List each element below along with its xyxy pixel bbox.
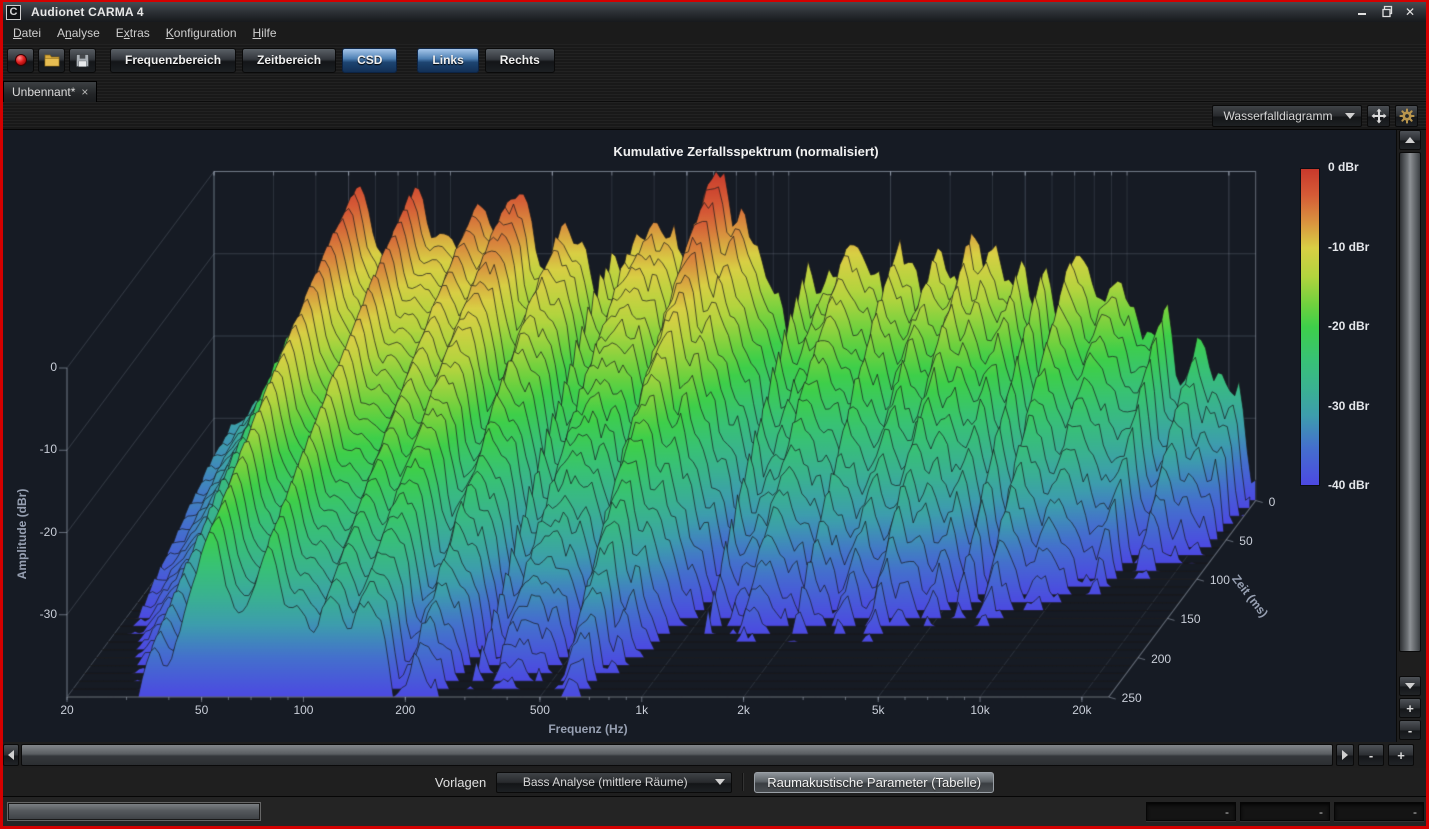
- horizontal-scrollbar-thumb[interactable]: [21, 744, 1333, 766]
- toolbar-button-zeitbereich[interactable]: Zeitbereich: [242, 48, 336, 73]
- record-border: [0, 0, 3, 829]
- menu-item-datei[interactable]: Datei: [7, 23, 51, 44]
- chevron-down-icon: [1345, 113, 1355, 119]
- chevron-down-icon: [1405, 683, 1415, 689]
- record-border: [0, 0, 1429, 2]
- horizontal-scrollbar: - +: [3, 742, 1426, 768]
- move-icon: [1371, 108, 1387, 124]
- window-title: Audionet CARMA 4: [31, 5, 144, 19]
- app-window: C Audionet CARMA 4 ✕ DateiAnalyseExtrasK…: [0, 0, 1429, 829]
- toolbar-button-rechts[interactable]: Rechts: [485, 48, 555, 73]
- templates-row: Vorlagen Bass Analyse (mittlere Räume) R…: [3, 768, 1426, 796]
- vertical-scrollbar-thumb[interactable]: [1399, 152, 1421, 652]
- diagram-type-select[interactable]: Wasserfalldiagramm: [1212, 105, 1362, 127]
- gear-icon: [1399, 108, 1415, 124]
- menu-item-hilfe[interactable]: Hilfe: [247, 23, 287, 44]
- tab-close-icon[interactable]: ×: [81, 86, 88, 98]
- template-select[interactable]: Bass Analyse (mittlere Räume): [496, 772, 732, 793]
- floppy-icon: [75, 53, 90, 68]
- diagram-type-value: Wasserfalldiagramm: [1219, 109, 1337, 123]
- minimize-icon[interactable]: [1354, 5, 1370, 19]
- waterfall-chart-canvas[interactable]: [3, 130, 1396, 742]
- toolbar: FrequenzbereichZeitbereichCSD Links Recht…: [3, 44, 1426, 76]
- scroll-left-button[interactable]: [3, 744, 19, 766]
- toolbar-button-csd[interactable]: CSD: [342, 48, 397, 73]
- save-button[interactable]: [69, 48, 96, 73]
- zoom-in-horizontal-button[interactable]: +: [1388, 744, 1414, 766]
- tab-Unbennant[interactable]: Unbennant* ×: [3, 81, 97, 102]
- templates-label: Vorlagen: [435, 775, 486, 790]
- room-acoustic-parameters-button[interactable]: Raumakustische Parameter (Tabelle): [754, 772, 994, 793]
- chevron-up-icon: [1405, 137, 1415, 143]
- menu-item-extras[interactable]: Extras: [110, 23, 160, 44]
- settings-button[interactable]: [1395, 105, 1418, 127]
- folder-icon: [44, 53, 60, 67]
- zoom-out-horizontal-button[interactable]: -: [1358, 744, 1384, 766]
- chevron-down-icon: [715, 779, 725, 785]
- titlebar[interactable]: C Audionet CARMA 4 ✕: [3, 2, 1426, 22]
- zoom-out-vertical-button[interactable]: -: [1399, 720, 1421, 740]
- menu-item-konfiguration[interactable]: Konfiguration: [160, 23, 247, 44]
- progress-bar-fill: [9, 804, 259, 819]
- close-icon[interactable]: ✕: [1402, 5, 1418, 19]
- toolbar-button-links[interactable]: Links: [417, 48, 478, 73]
- panel-header: Wasserfalldiagramm: [3, 102, 1426, 130]
- menu-item-analyse[interactable]: Analyse: [51, 23, 110, 44]
- open-button[interactable]: [38, 48, 65, 73]
- scroll-down-button[interactable]: [1399, 676, 1421, 696]
- status-field-1: -: [1146, 802, 1236, 821]
- scroll-right-button[interactable]: [1336, 744, 1354, 766]
- pan-button[interactable]: [1367, 105, 1390, 127]
- zoom-in-vertical-button[interactable]: +: [1399, 698, 1421, 718]
- status-field-3: -: [1334, 802, 1424, 821]
- chevron-right-icon: [1342, 750, 1348, 760]
- waterfall-chart-panel: Kumulative Zerfallsspektrum (normalisier…: [3, 130, 1396, 742]
- record-icon: [15, 54, 27, 66]
- statusbar: ---: [3, 796, 1426, 826]
- divider: [742, 773, 744, 791]
- app-icon: C: [6, 5, 21, 20]
- menubar: DateiAnalyseExtrasKonfigurationHilfe: [3, 22, 1426, 44]
- record-button[interactable]: [7, 48, 34, 73]
- toolbar-button-frequenzbereich[interactable]: Frequenzbereich: [110, 48, 236, 73]
- tab-label: Unbennant*: [12, 85, 75, 99]
- template-select-value: Bass Analyse (mittlere Räume): [503, 775, 707, 789]
- chevron-left-icon: [8, 750, 14, 760]
- vertical-scrollbar: + -: [1396, 130, 1422, 742]
- maximize-icon[interactable]: [1378, 5, 1394, 19]
- tabbar: Unbennant* ×: [3, 76, 1426, 102]
- status-field-2: -: [1240, 802, 1330, 821]
- progress-bar: [7, 802, 261, 821]
- scroll-up-button[interactable]: [1399, 130, 1421, 150]
